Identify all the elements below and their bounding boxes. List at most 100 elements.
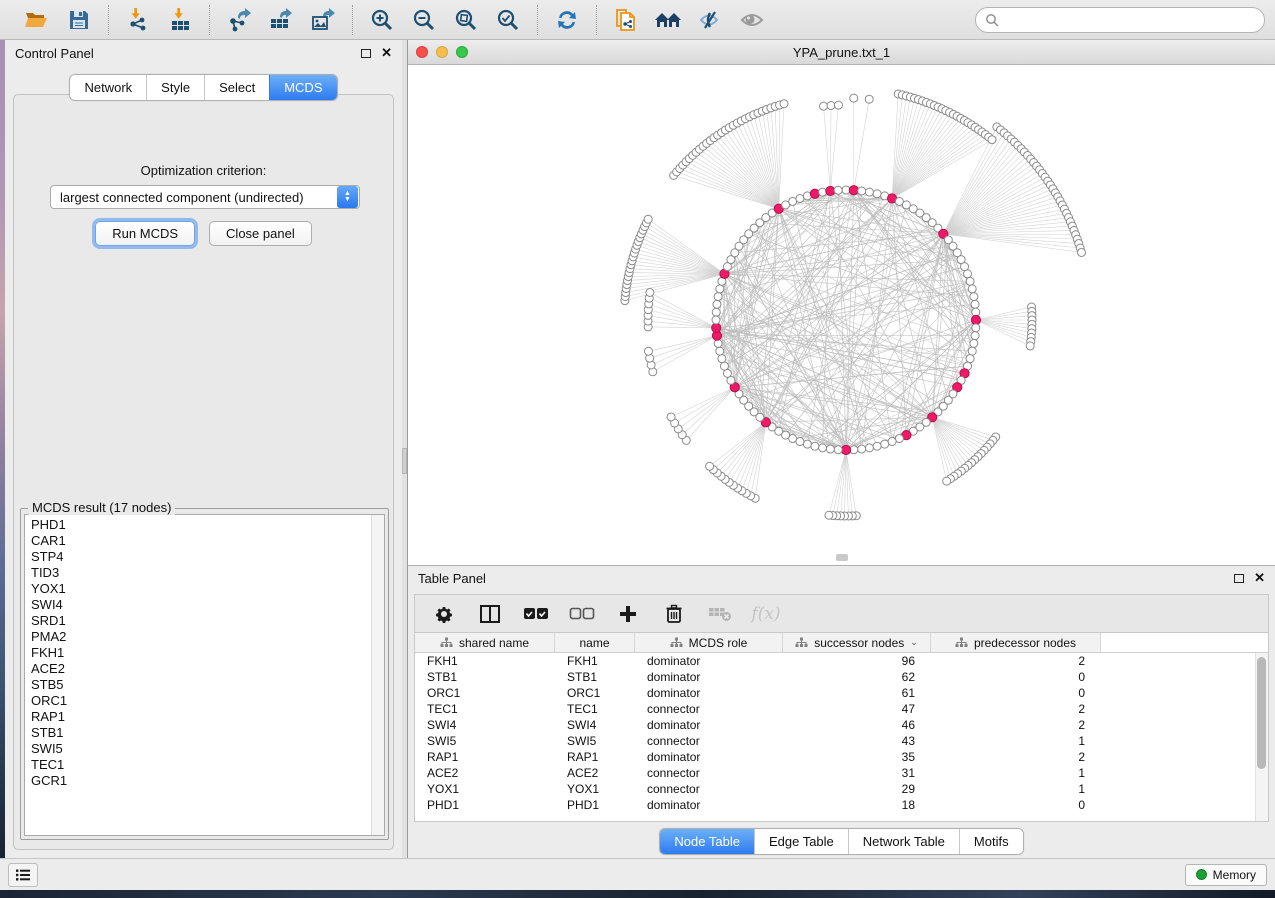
cell-shared-name[interactable]: STB1 <box>415 670 555 684</box>
cell-MCDS-role[interactable]: dominator <box>635 670 783 684</box>
graph-node[interactable] <box>1078 248 1086 256</box>
graph-node[interactable] <box>888 438 896 446</box>
cell-predecessor-nodes[interactable]: 2 <box>931 750 1101 764</box>
graph-mcds-node[interactable] <box>849 186 858 195</box>
graph-node[interactable] <box>964 270 972 278</box>
cell-name[interactable]: ACE2 <box>555 766 635 780</box>
graph-node[interactable] <box>943 477 951 485</box>
graph-node[interactable] <box>803 440 811 448</box>
graph-node[interactable] <box>873 190 881 198</box>
graph-node[interactable] <box>972 324 980 332</box>
graph-node[interactable] <box>966 355 974 363</box>
graph-node[interactable] <box>873 442 881 450</box>
tab-node-table[interactable]: Node Table <box>660 829 754 854</box>
tab-network[interactable]: Network <box>70 75 146 100</box>
cell-name[interactable]: ORC1 <box>555 686 635 700</box>
memory-button[interactable]: Memory <box>1185 864 1267 886</box>
cell-shared-name[interactable]: SWI5 <box>415 734 555 748</box>
graph-node[interactable] <box>646 288 654 296</box>
cell-successor-nodes[interactable]: 31 <box>783 766 931 780</box>
search-field[interactable] <box>975 7 1265 33</box>
table-row[interactable]: PHD1PHD1dominator180 <box>415 797 1268 813</box>
cell-predecessor-nodes[interactable]: 1 <box>931 766 1101 780</box>
graph-node[interactable] <box>865 188 873 196</box>
cell-name[interactable]: YOX1 <box>555 782 635 796</box>
column-header-successor-nodes[interactable]: successor nodes⌄ <box>783 633 931 652</box>
cell-shared-name[interactable]: FKH1 <box>415 654 555 668</box>
select-all-button[interactable] <box>523 601 549 627</box>
cell-predecessor-nodes[interactable]: 0 <box>931 686 1101 700</box>
graph-node[interactable] <box>858 445 866 453</box>
cell-shared-name[interactable]: ACE2 <box>415 766 555 780</box>
mcds-node-item[interactable]: GCR1 <box>31 773 378 789</box>
cell-MCDS-role[interactable]: connector <box>635 782 783 796</box>
column-header-MCDS-role[interactable]: MCDS role <box>635 633 783 652</box>
graph-node[interactable] <box>968 285 976 293</box>
mcds-node-item[interactable]: TEC1 <box>31 757 378 773</box>
float-panel-icon[interactable] <box>1234 574 1244 583</box>
graph-node[interactable] <box>970 293 978 301</box>
cell-successor-nodes[interactable]: 43 <box>783 734 931 748</box>
graph-node[interactable] <box>811 442 819 450</box>
column-header-predecessor-nodes[interactable]: predecessor nodes <box>931 633 1101 652</box>
close-panel-button[interactable]: Close panel <box>209 221 312 246</box>
graph-node[interactable] <box>780 100 788 108</box>
import-table-button[interactable] <box>163 4 197 36</box>
graph-mcds-node[interactable] <box>971 315 980 324</box>
mcds-node-item[interactable]: STB1 <box>31 725 378 741</box>
deselect-all-button[interactable] <box>569 601 595 627</box>
zoom-in-button[interactable] <box>365 4 399 36</box>
graph-node[interactable] <box>706 462 714 470</box>
refresh-button[interactable] <box>550 4 584 36</box>
add-column-button[interactable] <box>615 601 641 627</box>
show-eye-button[interactable] <box>735 4 769 36</box>
share-document-button[interactable] <box>609 4 643 36</box>
table-row[interactable]: ORC1ORC1dominator610 <box>415 685 1268 701</box>
mcds-node-item[interactable]: SRD1 <box>31 613 378 629</box>
cell-name[interactable]: SWI4 <box>555 718 635 732</box>
graph-node[interactable] <box>827 102 835 110</box>
graph-node[interactable] <box>865 95 873 103</box>
run-mcds-button[interactable]: Run MCDS <box>95 221 195 246</box>
cell-MCDS-role[interactable]: connector <box>635 766 783 780</box>
network-canvas[interactable] <box>408 65 1275 564</box>
mcds-node-item[interactable]: STB5 <box>31 677 378 693</box>
cell-shared-name[interactable]: TEC1 <box>415 702 555 716</box>
mcds-node-item[interactable]: CAR1 <box>31 533 378 549</box>
graph-node[interactable] <box>971 332 979 340</box>
cell-successor-nodes[interactable]: 29 <box>783 782 931 796</box>
cell-successor-nodes[interactable]: 18 <box>783 798 931 812</box>
close-panel-icon[interactable]: ✕ <box>381 48 392 58</box>
table-row[interactable]: RAP1RAP1dominator352 <box>415 749 1268 765</box>
cell-MCDS-role[interactable]: dominator <box>635 718 783 732</box>
table-row[interactable]: ACE2ACE2connector311 <box>415 765 1268 781</box>
cell-name[interactable]: FKH1 <box>555 654 635 668</box>
column-header-shared-name[interactable]: shared name <box>415 633 555 652</box>
network-window-titlebar[interactable]: YPA_prune.txt_1 <box>408 40 1275 65</box>
mcds-result-list[interactable]: PHD1CAR1STP4TID3YOX1SWI4SRD1PMA2FKH1ACE2… <box>24 514 385 836</box>
graph-node[interactable] <box>712 316 720 324</box>
cell-MCDS-role[interactable]: connector <box>635 734 783 748</box>
cell-shared-name[interactable]: SWI4 <box>415 718 555 732</box>
graph-node[interactable] <box>834 186 842 194</box>
graph-node[interactable] <box>819 444 827 452</box>
graph-node[interactable] <box>716 347 724 355</box>
cell-MCDS-role[interactable]: dominator <box>635 798 783 812</box>
graph-node[interactable] <box>820 102 828 110</box>
cell-successor-nodes[interactable]: 46 <box>783 718 931 732</box>
graph-node[interactable] <box>968 347 976 355</box>
graph-node[interactable] <box>720 362 728 370</box>
float-panel-icon[interactable] <box>361 49 371 58</box>
table-row[interactable]: STB1STB1dominator620 <box>415 669 1268 685</box>
mcds-node-item[interactable]: ORC1 <box>31 693 378 709</box>
cell-successor-nodes[interactable]: 62 <box>783 670 931 684</box>
cell-shared-name[interactable]: YOX1 <box>415 782 555 796</box>
cell-shared-name[interactable]: RAP1 <box>415 750 555 764</box>
cell-successor-nodes[interactable]: 96 <box>783 654 931 668</box>
cell-MCDS-role[interactable]: dominator <box>635 654 783 668</box>
graph-node[interactable] <box>644 215 652 223</box>
tab-mcds[interactable]: MCDS <box>269 75 336 100</box>
cell-MCDS-role[interactable]: dominator <box>635 750 783 764</box>
mcds-node-item[interactable]: YOX1 <box>31 581 378 597</box>
graph-node[interactable] <box>834 446 842 454</box>
